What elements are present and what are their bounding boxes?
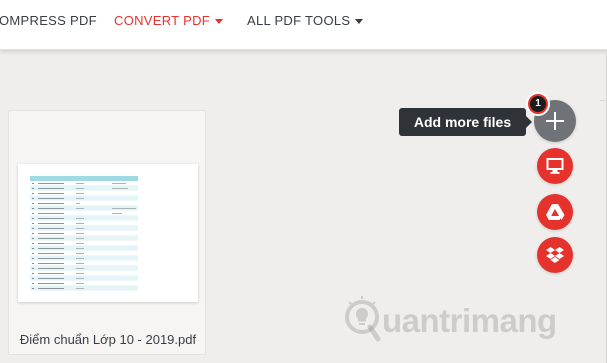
file-card[interactable]: Điểm chuẩn Lớp 10 - 2019.pdf [8, 110, 206, 355]
upload-from-dropbox-button[interactable] [537, 237, 573, 273]
upload-from-computer-button[interactable] [537, 148, 573, 184]
divider [600, 100, 607, 101]
nav-all-pdf-tools-label: ALL PDF TOOLS [247, 13, 351, 28]
dropbox-icon [546, 247, 564, 263]
file-name: Điểm chuẩn Lớp 10 - 2019.pdf [19, 332, 197, 347]
nav-all-pdf-tools[interactable]: ALL PDF TOOLS [247, 13, 364, 28]
plus-icon [546, 112, 564, 130]
file-thumbnail [18, 164, 198, 302]
computer-icon [546, 158, 564, 174]
nav-convert-pdf-label: CONVERT PDF [114, 13, 211, 28]
add-files-tooltip: Add more files [399, 108, 532, 136]
top-navigation: OMPRESS PDF CONVERT PDF ALL PDF TOOLS [0, 0, 607, 50]
chevron-down-icon [215, 18, 224, 24]
nav-convert-pdf[interactable]: CONVERT PDF [114, 13, 224, 28]
upload-from-google-drive-button[interactable] [537, 194, 573, 230]
google-drive-icon [546, 204, 565, 220]
lightbulb-logo-icon [345, 296, 381, 342]
watermark-text: uantrimang [382, 302, 557, 339]
thumbnail-table-preview [30, 176, 138, 291]
chevron-down-icon [355, 18, 364, 24]
nav-compress-pdf-label: OMPRESS PDF [0, 13, 97, 28]
nav-compress-pdf[interactable]: OMPRESS PDF [0, 13, 97, 28]
watermark: uantrimang [344, 293, 564, 345]
file-count: 1 [530, 96, 546, 112]
file-count-badge: 1 [526, 92, 550, 116]
